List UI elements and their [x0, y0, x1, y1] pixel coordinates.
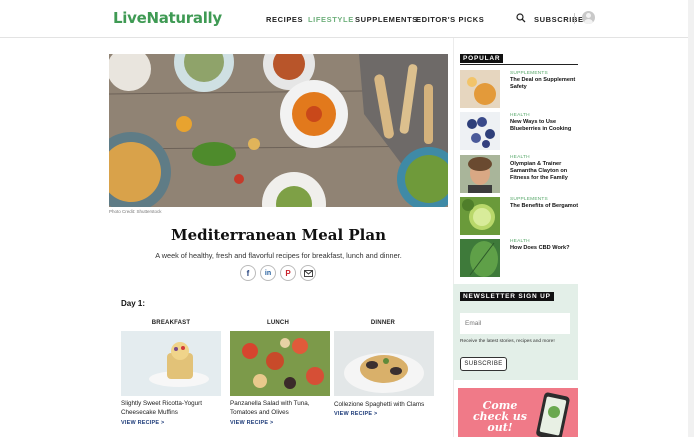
popular-heading: POPULAR — [460, 54, 504, 63]
popular-rule — [460, 64, 578, 65]
popular-image-1[interactable] — [460, 70, 500, 108]
popular-category-5: HEALTH — [510, 239, 530, 244]
popular-title-3[interactable]: Olympian & Trainer Samantha Clayton on F… — [510, 161, 580, 181]
meal-image-lunch[interactable] — [230, 331, 330, 396]
popular-title-5[interactable]: How Does CBD Work? — [510, 245, 580, 252]
newsletter-note: Receive the latest stories, recipes and … — [460, 339, 555, 344]
nav-editors-picks[interactable]: EDITOR'S PICKS — [416, 15, 484, 24]
search-icon[interactable] — [516, 13, 526, 23]
nav-supplements[interactable]: SUPPLEMENTS — [355, 15, 418, 24]
view-recipe-dinner[interactable]: VIEW RECIPE > — [334, 411, 377, 417]
site-header: LiveNaturally RECIPES LIFESTYLE SUPPLEME… — [0, 0, 694, 38]
meal-name-dinner[interactable]: Collezione Spaghetti with Clams — [334, 401, 438, 410]
phone-image — [536, 392, 570, 437]
meal-name-breakfast[interactable]: Slightly Sweet Ricotta-Yogurt Cheesecake… — [121, 400, 225, 417]
view-recipe-lunch[interactable]: VIEW RECIPE > — [230, 420, 273, 426]
newsletter-heading: NEWSLETTER SIGN UP — [460, 292, 554, 301]
popular-image-4[interactable] — [460, 197, 500, 235]
view-recipe-breakfast[interactable]: VIEW RECIPE > — [121, 420, 164, 426]
article-subtitle: A week of healthy, fresh and flavorful r… — [155, 251, 402, 260]
nav-recipes[interactable]: RECIPES — [266, 15, 303, 24]
meal-heading-breakfast: BREAKFAST — [151, 320, 191, 326]
facebook-icon[interactable]: f — [240, 265, 256, 281]
popular-title-4[interactable]: The Benefits of Bergamot — [510, 203, 580, 210]
photo-credit: Photo Credit: Shutterstock — [109, 209, 162, 214]
site-logo[interactable]: LiveNaturally — [113, 9, 222, 27]
meal-heading-lunch: LUNCH — [267, 320, 289, 326]
popular-category-2: HEALTH — [510, 113, 530, 118]
hero-image — [109, 54, 448, 207]
meal-image-dinner[interactable] — [334, 331, 434, 396]
subscribe-link[interactable]: SUBSCRIBE — [534, 15, 584, 24]
popular-image-2[interactable] — [460, 112, 500, 150]
avatar[interactable] — [582, 11, 595, 24]
popular-category-1: SUPPLEMENTS — [510, 71, 548, 76]
page-scrollbar[interactable] — [688, 0, 694, 437]
popular-title-2[interactable]: New Ways to Use Blueberries in Cooking — [510, 119, 580, 133]
popular-title-1[interactable]: The Deal on Supplement Safety — [510, 77, 580, 91]
header-divider — [574, 13, 575, 24]
meal-image-breakfast[interactable] — [121, 331, 221, 396]
popular-image-3[interactable] — [460, 155, 500, 193]
popular-image-5[interactable] — [460, 239, 500, 277]
promo-text: Come check us out! — [472, 399, 528, 434]
nav-lifestyle[interactable]: LIFESTYLE — [308, 15, 354, 24]
email-icon[interactable] — [300, 265, 316, 281]
newsletter-subscribe-button[interactable]: SUBSCRIBE — [460, 357, 507, 371]
day-label: Day 1: — [121, 299, 146, 308]
popular-category-4: SUPPLEMENTS — [510, 197, 548, 202]
promo-banner[interactable]: Come check us out! — [458, 388, 578, 437]
meal-name-lunch[interactable]: Panzanella Salad with Tuna, Tomatoes and… — [230, 400, 334, 417]
meal-heading-dinner: DINNER — [370, 320, 396, 326]
linkedin-icon[interactable]: in — [260, 265, 276, 281]
newsletter-email-input[interactable] — [460, 313, 570, 334]
article-title: Mediterranean Meal Plan — [170, 226, 387, 244]
popular-category-3: HEALTH — [510, 155, 530, 160]
pinterest-icon[interactable]: P — [280, 265, 296, 281]
